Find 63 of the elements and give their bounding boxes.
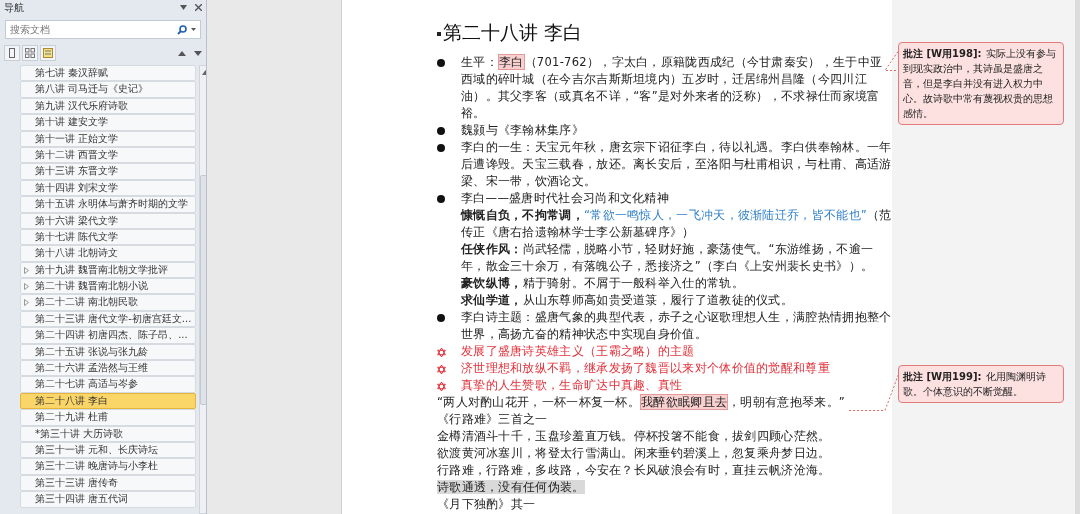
- results-tab[interactable]: [40, 45, 56, 61]
- comment-balloon[interactable]: 批注 [W用199]: 化用陶渊明诗歌。个体意识的不断觉醒。: [898, 365, 1064, 403]
- close-icon[interactable]: [195, 4, 202, 11]
- bullet-icon: [437, 194, 445, 203]
- outline-item[interactable]: 第十八讲 北朝诗文: [20, 245, 197, 262]
- bullet-icon: [437, 32, 441, 36]
- expand-icon[interactable]: [24, 266, 29, 274]
- paragraph: 发展了盛唐诗英雄主义（王霸之略）的主题: [461, 342, 695, 360]
- paragraph: 济世理想和放纵不羁，继承发扬了魏晋以来对个体价值的觉醒和尊重: [461, 359, 830, 377]
- comment-balloon[interactable]: 批注 [W用198]: 实际上没有参与到现实政治中，其诗虽是盛唐之音，但是李白并没有进入权力中心。故诗歌中常有蔑视权贵的思想感情。: [898, 42, 1064, 125]
- dropdown-icon[interactable]: [191, 28, 196, 31]
- bullet-icon: [437, 313, 445, 322]
- item-label: 第二十二讲 南北朝民歌: [35, 296, 139, 308]
- paragraph: 诗歌通透，没有任何伪装。: [437, 479, 585, 494]
- star-bullet-icon: [437, 347, 446, 357]
- outline-item[interactable]: 第二十二讲 南北朝民歌: [20, 294, 197, 311]
- paragraph: 欲渡黄河冰塞川，将登太行雪满山。闲来垂钓碧溪上，忽复乘舟梦日边。: [437, 445, 831, 460]
- outline-item[interactable]: 第二十九讲 杜甫: [20, 409, 197, 426]
- down-arrow-icon[interactable]: [194, 50, 202, 56]
- dropdown-icon[interactable]: [180, 5, 187, 10]
- page-icon: [9, 48, 15, 58]
- search-icon[interactable]: [177, 24, 187, 35]
- outline-item[interactable]: 第七讲 秦汉辞赋: [20, 65, 197, 82]
- item-label: 第十九讲 魏晋南北朝文学批评: [35, 263, 169, 275]
- up-arrow-icon[interactable]: [178, 50, 186, 56]
- outline-item[interactable]: 第十五讲 永明体与萧齐时期的文学: [20, 196, 197, 213]
- outline-item[interactable]: 第十讲 建安文学: [20, 114, 197, 131]
- bullet-icon: [437, 58, 445, 67]
- paragraph: 金樽清酒斗十千，玉盘珍羞直万钱。停杯投箸不能食，拔剑四顾心茫然。: [437, 428, 831, 443]
- paragraph: 任侠作风：尚武轻儒，脱略小节，轻财好施，豪荡使气。“东游维扬，不逾一年，散金三十余万，有落魄公子，悉接济之”（李白《上安州裴长史书》）。: [461, 241, 874, 273]
- paragraph: 豪饮纵博，精于骑射。不屑于一般科举入仕的常轨。: [461, 275, 744, 290]
- leader-line: [884, 49, 900, 71]
- outline-item[interactable]: 第三十二讲 晚唐诗与小李杜: [20, 458, 197, 475]
- search-field[interactable]: 搜索文档: [5, 20, 201, 39]
- paragraph: 李白的一生：天宝元年秋，唐玄宗下诏征李白，待以礼遇。李白供奉翰林。一年后遭谗毁。天宝三载春，放还。离长安后，至洛阳与杜甫相识，与杜甫、高适游梁、宋一带，饮酒论文。: [461, 138, 892, 190]
- outline-item[interactable]: 第二十七讲 高适与岑参: [20, 376, 197, 393]
- outline-item[interactable]: 第十三讲 东晋文学: [20, 163, 197, 180]
- paragraph: 求仙学道，从山东尊师高如贵受道箓，履行了道教徒的仪式。: [461, 292, 794, 307]
- paragraph: 生平：李白（701-762），字太白，原籍陇西成纪（今甘肃秦安），生于中亚西域的碎叶城（在今吉尔吉斯斯坦境内）五岁时，迁居绵州昌隆（今四川江油）。其父李客（或真名不详，“客”是对外来者的泛称），不求禄仕而家境富裕。: [461, 53, 884, 122]
- outline-item[interactable]: 第八讲 司马迁与《史记》: [20, 81, 197, 98]
- headings-tab[interactable]: [4, 45, 20, 61]
- paragraph: 《行路难》三首之一: [437, 411, 548, 426]
- bullet-icon: [437, 126, 445, 135]
- paragraph: 真挚的人生赞歌，生命旷达中真趣、真性: [461, 376, 683, 394]
- pages-tab[interactable]: [22, 45, 38, 61]
- outline-item[interactable]: 第二十六讲 孟浩然与王维: [20, 360, 197, 377]
- paragraph: 魏颢与《李翰林集序》: [461, 121, 584, 139]
- star-bullet-icon: [437, 381, 446, 391]
- paragraph: 慷慨自负，不拘常调，“常欲一鸣惊人，一飞冲天，彼渐陆迁乔，皆不能也”（范传正《唐右拾遗翰林学士李公新墓碑序》）: [461, 207, 892, 239]
- document-heading: 第二十八讲 李白: [443, 21, 583, 43]
- paragraph: 李白诗主题：盛唐气象的典型代表，赤子之心讴歌理想人生，满腔热情拥抱整个世界，高扬亢奋的精神状态中实现自身价值。: [461, 308, 892, 343]
- paragraph: 行路难，行路难，多歧路，今安在？长风破浪会有时，直挂云帆济沧海。: [437, 462, 831, 477]
- paragraph: 《月下独酌》其一: [437, 496, 536, 511]
- outline-item[interactable]: 第二十四讲 初唐四杰、陈子昂、...: [20, 327, 197, 344]
- pane-title: 导航: [4, 1, 24, 15]
- star-bullet-icon: [437, 364, 446, 374]
- outline-item[interactable]: 第三十四讲 唐五代词: [20, 491, 197, 508]
- paragraph: 李白——盛唐时代社会习尚和文化精神: [461, 189, 670, 207]
- item-label: 第二十讲 魏晋南北朝小说: [35, 280, 149, 292]
- paragraph: “两人对酌山花开，一杯一杯复一杯。我醉欲眠卿且去，明朝有意抱琴来。”: [437, 393, 846, 410]
- bullet-icon: [437, 143, 445, 152]
- leader-line: [848, 372, 900, 411]
- outline-item[interactable]: 第二十讲 魏晋南北朝小说: [20, 278, 197, 295]
